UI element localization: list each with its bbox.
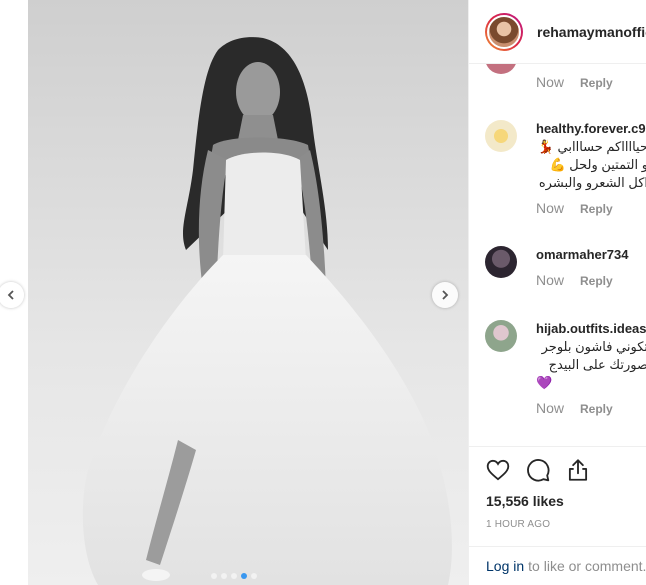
comment-text-line: و التمتين ولحل 💪	[549, 157, 646, 172]
comment-icon[interactable]	[525, 457, 551, 483]
post-actions: 15,556 likes 1 HOUR AGO	[469, 446, 646, 530]
comment-body: hijab.outfits.ideas تكوني فاشون بلوجر صو…	[536, 320, 646, 416]
comment-time: Now	[536, 74, 565, 90]
comment-body: omarmaher734 Now Reply	[536, 246, 646, 288]
carousel-dot	[231, 573, 237, 579]
share-icon[interactable]	[565, 457, 591, 483]
comment-time: Now	[536, 400, 565, 416]
profile-avatar[interactable]	[485, 12, 523, 51]
comment-text-line: 💜	[536, 375, 553, 390]
comment-username[interactable]: omarmaher734	[536, 246, 646, 264]
avatar-image	[487, 14, 521, 49]
commenter-avatar[interactable]	[485, 246, 517, 278]
photo-pane	[0, 0, 468, 585]
reply-button[interactable]: Reply	[580, 274, 613, 288]
post-timestamp[interactable]: 1 HOUR AGO	[486, 519, 646, 530]
post-header: rehamaymanofficial	[469, 0, 646, 64]
comment-text-line: تكوني فاشون بلوجر	[541, 339, 646, 354]
comment-text-line: حيااااكم حسااابي 💃	[537, 139, 646, 154]
chevron-right-icon	[442, 290, 449, 300]
comments-list: Now Reply healthy.forever.c9 حيااااكم حس…	[469, 64, 646, 446]
heart-icon[interactable]	[485, 457, 511, 483]
comment-meta: Now Reply	[536, 74, 646, 90]
comment-body: healthy.forever.c9 حيااااكم حسااابي 💃 و …	[536, 120, 646, 216]
bride-photo-illustration	[28, 0, 468, 585]
comment-username[interactable]: healthy.forever.c9	[536, 120, 646, 138]
carousel-indicator	[0, 573, 468, 579]
comment-time: Now	[536, 200, 565, 216]
comment-text-line: صورتك على البيدج	[548, 357, 646, 372]
reply-button[interactable]: Reply	[580, 402, 613, 416]
comment-username[interactable]: hijab.outfits.ideas	[536, 320, 646, 338]
next-slide-button[interactable]	[432, 282, 458, 308]
comment-body: Now Reply	[536, 64, 646, 90]
likes-count[interactable]: 15,556 likes	[486, 493, 646, 509]
chevron-left-icon	[7, 290, 14, 300]
login-prompt-text: to like or comment.	[528, 558, 646, 574]
action-icons	[469, 447, 646, 483]
login-link[interactable]: Log in	[486, 558, 524, 574]
commenter-avatar[interactable]	[485, 320, 517, 352]
comment-text-line: اكل الشعرو والبشره	[538, 175, 646, 190]
reply-button[interactable]: Reply	[580, 76, 613, 90]
carousel-dot	[221, 573, 227, 579]
post-username[interactable]: rehamaymanofficial	[537, 24, 646, 40]
carousel-dot-active	[241, 573, 247, 579]
commenter-avatar[interactable]	[485, 120, 517, 152]
carousel-dot	[251, 573, 257, 579]
login-prompt: Log in to like or comment.	[469, 546, 646, 585]
post-photo[interactable]	[28, 0, 468, 585]
comment-time: Now	[536, 272, 565, 288]
previous-slide-button[interactable]	[0, 282, 24, 308]
comment-meta: Now Reply	[536, 272, 646, 288]
post-sidebar: rehamaymanofficial Now Reply healthy.for…	[468, 0, 646, 585]
comment-meta: Now Reply	[536, 400, 646, 416]
reply-button[interactable]: Reply	[580, 202, 613, 216]
comment-meta: Now Reply	[536, 200, 646, 216]
commenter-avatar[interactable]	[485, 64, 517, 74]
carousel-dot	[211, 573, 217, 579]
